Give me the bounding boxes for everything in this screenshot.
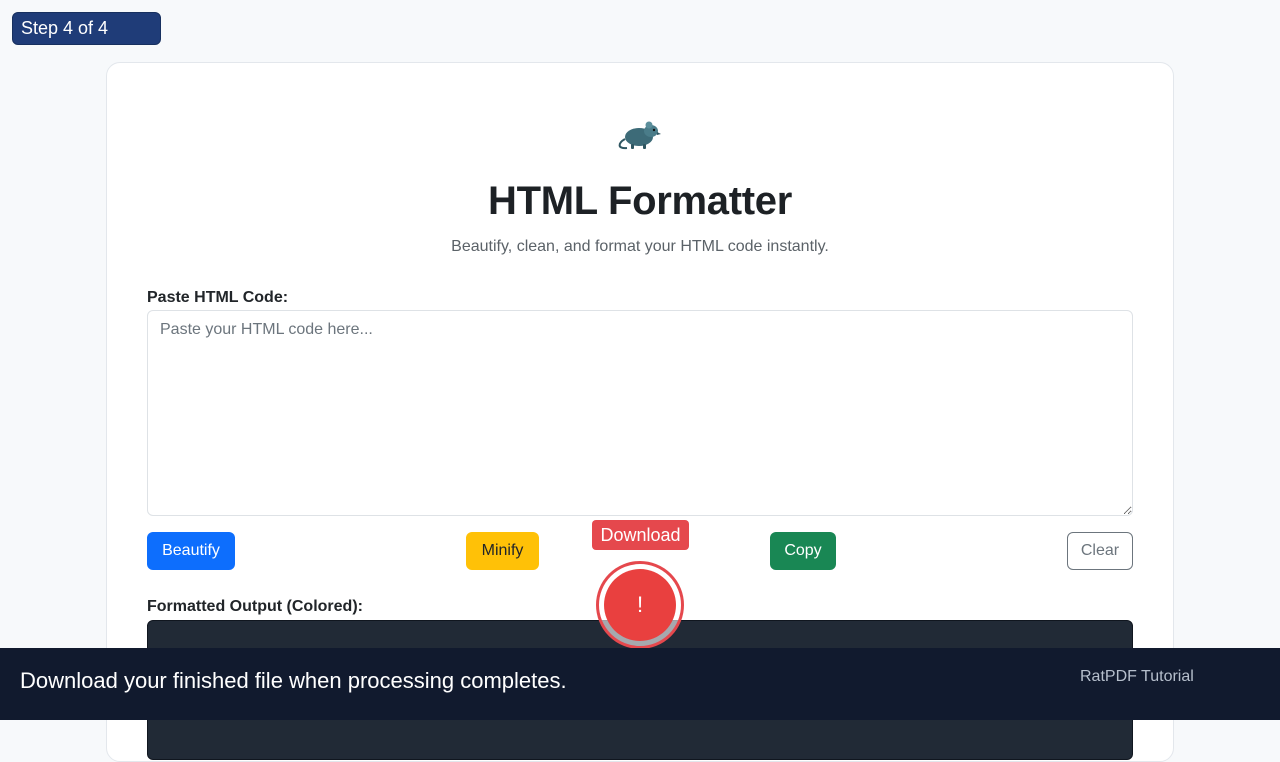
copy-button[interactable]: Copy xyxy=(770,532,836,570)
minify-button[interactable]: Minify xyxy=(466,532,539,570)
tutorial-brand-label: RatPDF Tutorial xyxy=(1080,668,1194,685)
tutorial-caption-bar: Download your finished file when process… xyxy=(0,648,1280,720)
beautify-button[interactable]: Beautify xyxy=(147,532,235,570)
tutorial-highlight-marker[interactable]: ! xyxy=(596,561,684,649)
page-title: HTML Formatter xyxy=(488,179,792,223)
html-input-label: Paste HTML Code: xyxy=(147,289,289,306)
step-indicator-badge: Step 4 of 4 xyxy=(12,12,161,45)
download-tooltip: Download xyxy=(592,520,689,550)
output-label: Formatted Output (Colored): xyxy=(147,598,363,615)
clear-button[interactable]: Clear xyxy=(1067,532,1133,570)
tutorial-message: Download your finished file when process… xyxy=(20,668,567,693)
html-input-textarea[interactable] xyxy=(147,310,1133,516)
page-subtitle: Beautify, clean, and format your HTML co… xyxy=(451,238,829,255)
exclamation-icon: ! xyxy=(604,569,676,641)
rat-icon xyxy=(618,121,661,150)
